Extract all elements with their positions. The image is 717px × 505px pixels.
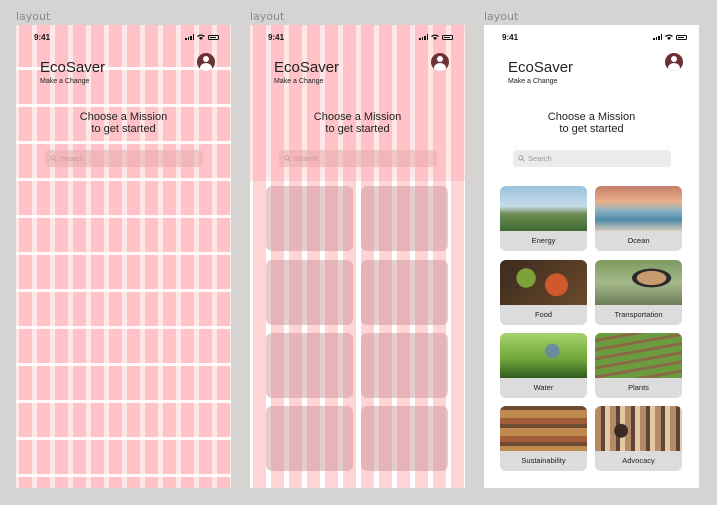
mission-card-food[interactable]: Food <box>500 260 587 325</box>
search-placeholder: Search <box>294 154 318 163</box>
search-placeholder: Search <box>528 154 552 163</box>
card-placeholder <box>266 406 353 471</box>
mission-card-label: Ocean <box>595 231 682 251</box>
search-input[interactable]: Search <box>279 150 437 167</box>
search-input[interactable]: Search <box>45 150 203 167</box>
status-time: 9:41 <box>268 33 285 42</box>
frame-label-3: layout <box>484 10 519 23</box>
mission-card-label: Energy <box>500 231 587 251</box>
profile-avatar-icon[interactable] <box>431 53 449 71</box>
mission-heading: Choose a Mission to get started <box>547 111 636 135</box>
mission-card-energy[interactable]: Energy <box>500 186 587 251</box>
crowd-photo <box>595 406 682 451</box>
signal-icon <box>185 34 194 40</box>
mission-heading: Choose a Mission to get started <box>313 111 402 135</box>
mission-card-water[interactable]: Water <box>500 333 587 398</box>
jars-shelf-photo <box>500 406 587 451</box>
layout-frame-grid: 9:41 EcoSaver Make a Change Choose a Mis… <box>16 25 231 488</box>
profile-avatar-icon[interactable] <box>665 53 683 71</box>
row-grid-overlay <box>16 25 231 488</box>
app-subtitle: Make a Change <box>274 78 324 85</box>
car-mirror-photo <box>595 260 682 305</box>
wifi-icon <box>431 34 439 40</box>
ocean-photo <box>595 186 682 231</box>
wifi-icon <box>665 34 673 40</box>
mission-card-label: Food <box>500 305 587 325</box>
mission-card-transportation[interactable]: Transportation <box>595 260 682 325</box>
battery-icon <box>208 34 219 40</box>
card-placeholder <box>266 186 353 251</box>
garden-photo <box>595 333 682 378</box>
signal-icon <box>419 34 428 40</box>
mission-heading: Choose a Mission to get started <box>79 111 168 135</box>
food-photo <box>500 260 587 305</box>
app-title: EcoSaver <box>508 59 574 76</box>
frame-label-1: layout <box>16 10 51 23</box>
card-placeholder <box>361 186 448 251</box>
mission-screen: 9:41 EcoSaver Make a Change Choose a Mis… <box>484 25 699 488</box>
mission-card-advocacy[interactable]: Advocacy <box>595 406 682 471</box>
mission-card-label: Water <box>500 378 587 398</box>
card-placeholder <box>361 333 448 398</box>
app-subtitle: Make a Change <box>40 78 90 85</box>
card-placeholder <box>361 260 448 325</box>
search-icon <box>284 155 291 162</box>
mission-card-sustainability[interactable]: Sustainability <box>500 406 587 471</box>
status-bar: 9:41 <box>502 33 687 43</box>
mission-card-ocean[interactable]: Ocean <box>595 186 682 251</box>
app-subtitle: Make a Change <box>508 78 558 85</box>
search-icon <box>518 155 525 162</box>
wifi-icon <box>197 34 205 40</box>
battery-icon <box>676 34 687 40</box>
mission-card-label: Sustainability <box>500 451 587 471</box>
mission-card-label: Advocacy <box>595 451 682 471</box>
frame-label-2: layout <box>250 10 285 23</box>
mission-card-label: Transportation <box>595 305 682 325</box>
search-icon <box>50 155 57 162</box>
wind-turbine-photo <box>500 186 587 231</box>
search-placeholder: Search <box>60 154 84 163</box>
battery-icon <box>442 34 453 40</box>
layout-frame-placeholders: 9:41 EcoSaver Make a Change Choose a Mis… <box>250 25 465 488</box>
app-title: EcoSaver <box>40 59 106 76</box>
faucet-photo <box>500 333 587 378</box>
mission-card-label: Plants <box>595 378 682 398</box>
card-placeholder <box>266 333 353 398</box>
card-placeholder <box>361 406 448 471</box>
app-title: EcoSaver <box>274 59 340 76</box>
profile-avatar-icon[interactable] <box>197 53 215 71</box>
signal-icon <box>653 34 662 40</box>
mission-card-plants[interactable]: Plants <box>595 333 682 398</box>
status-bar: 9:41 <box>34 33 219 43</box>
card-placeholder <box>266 260 353 325</box>
status-time: 9:41 <box>34 33 51 42</box>
search-input[interactable]: Search <box>513 150 671 167</box>
status-time: 9:41 <box>502 33 519 42</box>
status-bar: 9:41 <box>268 33 453 43</box>
